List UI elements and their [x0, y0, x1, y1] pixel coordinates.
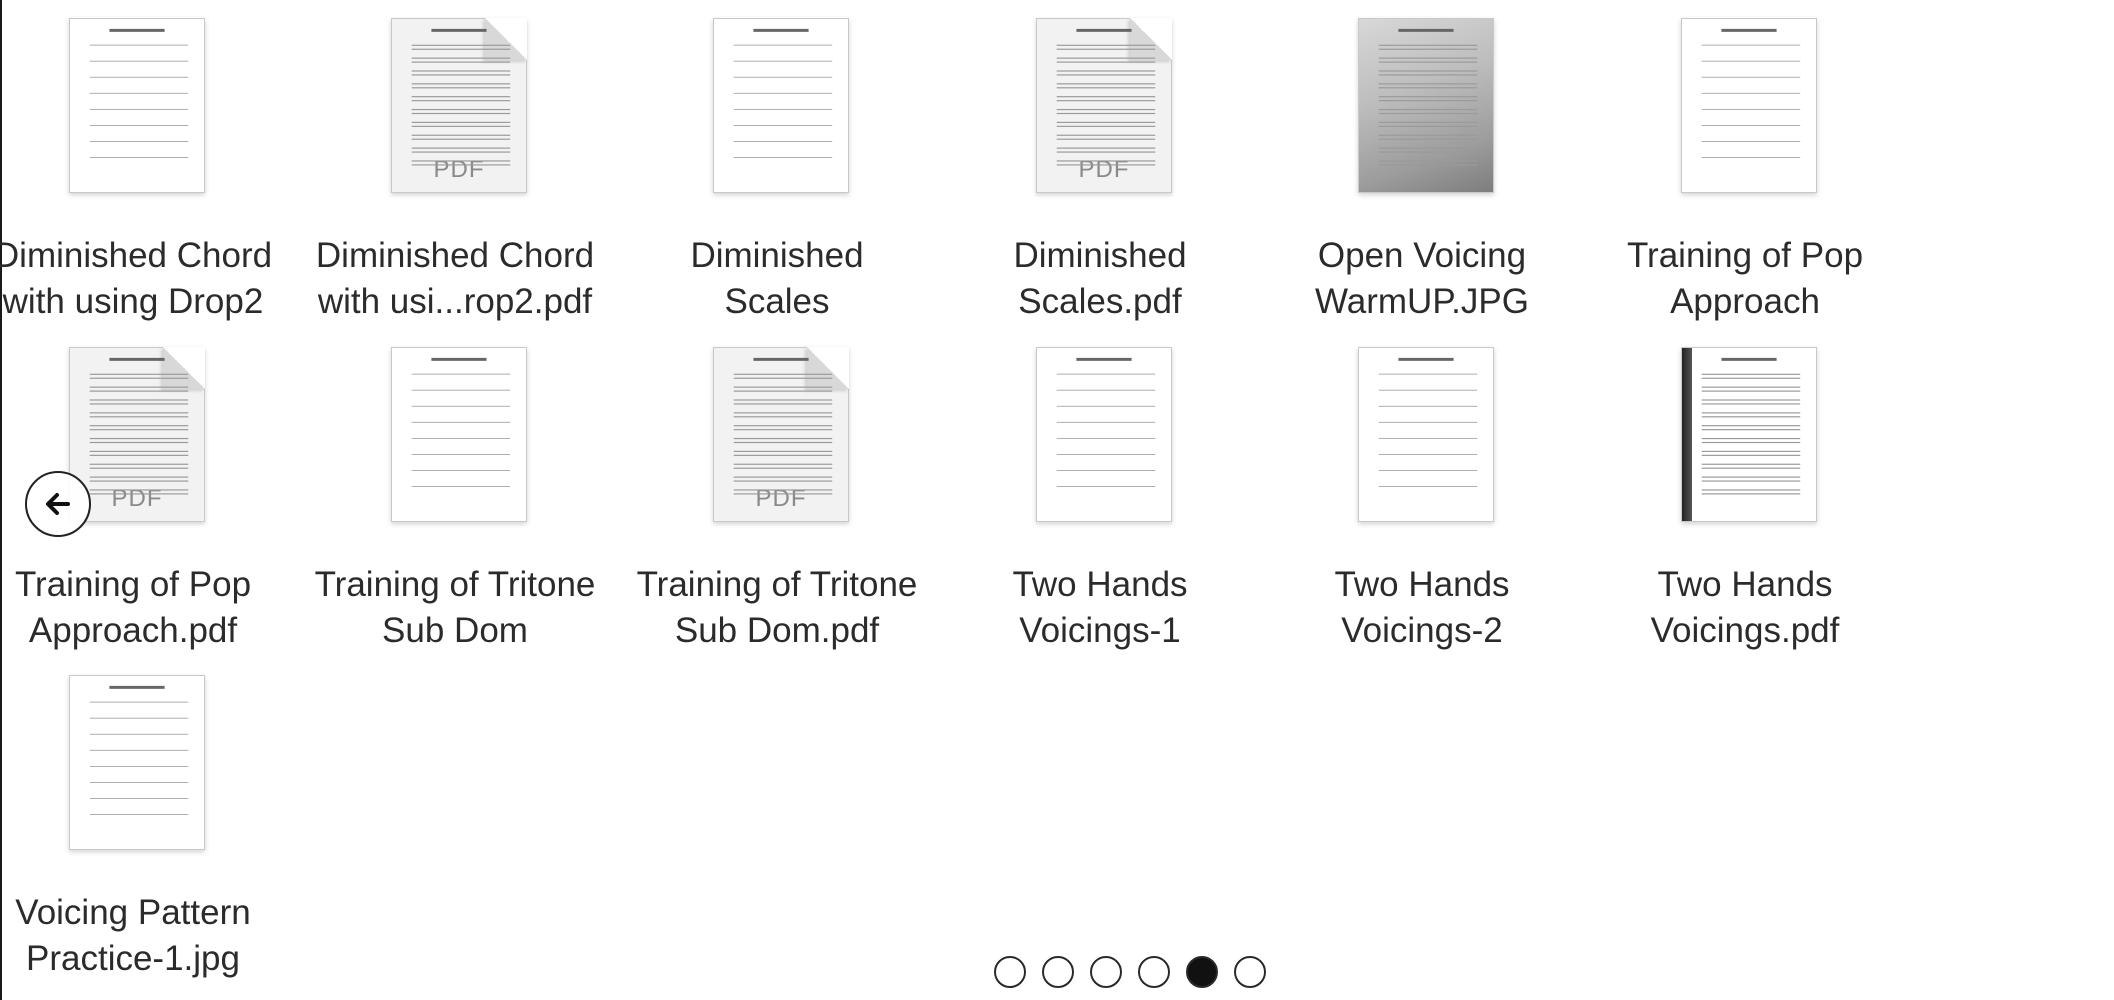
page-indicator: [994, 956, 1266, 992]
staff-lines: [1378, 28, 1478, 166]
staff-lines: [733, 357, 833, 495]
file-name: Training of Pop Approach: [1626, 236, 1864, 321]
bound-pdf-thumbnail: [1681, 347, 1817, 522]
file-name: Diminished Scales: [690, 236, 864, 321]
staff-lines: [1701, 357, 1801, 495]
file-name: Training of Pop Approach.pdf: [14, 565, 252, 650]
file-name: Two Hands Voicings.pdf: [1650, 565, 1840, 650]
page-dot[interactable]: [1042, 956, 1074, 988]
sheet-music-thumbnail: [69, 18, 205, 193]
sheet-music-thumbnail: [713, 18, 849, 193]
staff-lines: [89, 28, 189, 158]
file-name: Two Hands Voicings-2: [1334, 565, 1510, 650]
sheet-music-thumbnail: [1358, 347, 1494, 522]
file-name: Diminished Chord with usi...rop2.pdf: [315, 236, 595, 321]
file-name: Open Voicing WarmUP.JPG: [1315, 236, 1529, 321]
staff-lines: [411, 357, 511, 487]
pdf-document-icon: PDF: [713, 347, 849, 522]
sheet-music-thumbnail: [391, 347, 527, 522]
photo-thumbnail: [1358, 18, 1494, 193]
page-dot[interactable]: [1138, 956, 1170, 988]
page-dot[interactable]: [1090, 956, 1122, 988]
staff-lines: [89, 357, 189, 495]
arrow-left-icon: [46, 493, 70, 515]
staff-lines: [733, 28, 833, 158]
staff-lines: [1056, 28, 1156, 166]
page-dot[interactable]: [1234, 956, 1266, 988]
pdf-document-icon: PDF: [1036, 18, 1172, 193]
file-icon-grid: Diminished Chord with using Drop2 PDF Di…: [0, 0, 2114, 1000]
file-name: Diminished Chord with using Drop2: [0, 236, 273, 321]
file-name: Training of Tritone Sub Dom.pdf: [636, 565, 918, 650]
sheet-music-thumbnail: [69, 675, 205, 850]
file-name: Training of Tritone Sub Dom: [314, 565, 596, 650]
back-button[interactable]: [25, 471, 91, 537]
sheet-music-thumbnail: [1036, 347, 1172, 522]
file-name: Diminished Scales.pdf: [1013, 236, 1187, 321]
staff-lines: [1701, 28, 1801, 158]
page-dot[interactable]: [994, 956, 1026, 988]
sheet-music-thumbnail: [1681, 18, 1817, 193]
pdf-document-icon: PDF: [391, 18, 527, 193]
page-dot-current[interactable]: [1186, 956, 1218, 988]
file-name: Two Hands Voicings-1: [1012, 565, 1188, 650]
staff-lines: [1378, 357, 1478, 487]
staff-lines: [1056, 357, 1156, 487]
file-name: Voicing Pattern Practice-1.jpg: [15, 893, 251, 978]
staff-lines: [89, 685, 189, 815]
staff-lines: [411, 28, 511, 166]
